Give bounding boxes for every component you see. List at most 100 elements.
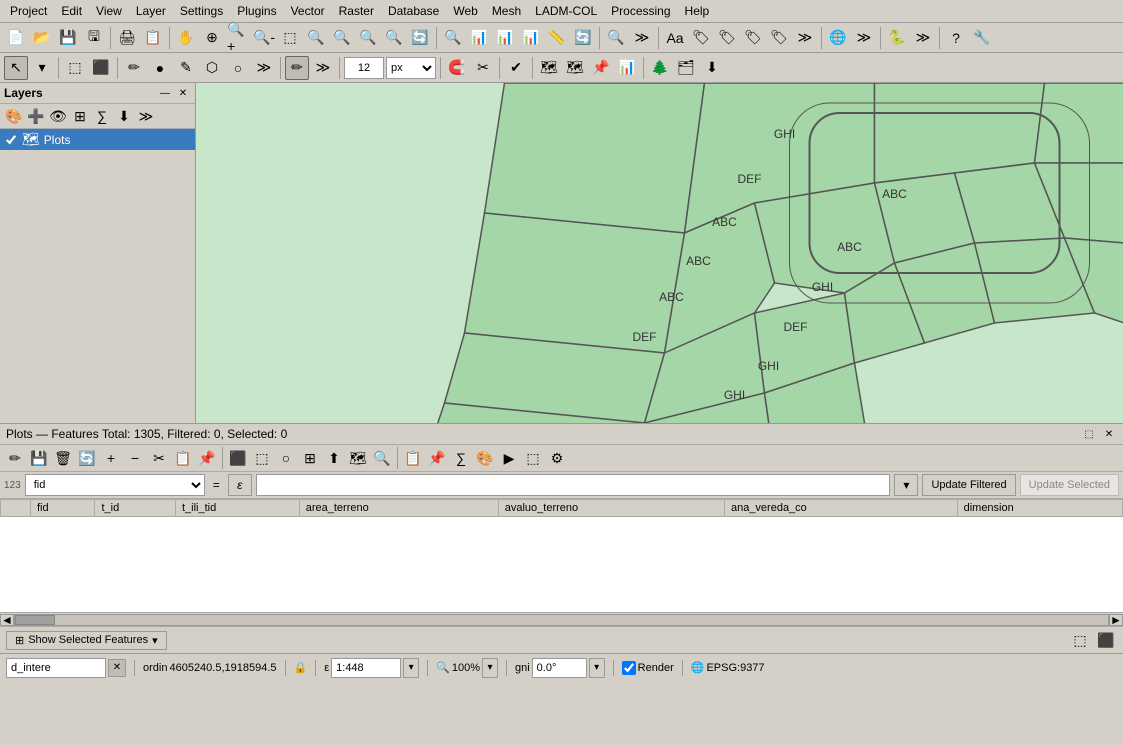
refresh-btn[interactable]: 🔄: [571, 26, 595, 50]
more-digitize2-btn[interactable]: ≫: [311, 56, 335, 80]
plugin-btn1[interactable]: 🌐: [826, 26, 850, 50]
refresh-attr-btn[interactable]: 🔄: [76, 447, 98, 469]
menu-help[interactable]: Help: [679, 2, 716, 20]
save-edits-btn[interactable]: 💾: [28, 447, 50, 469]
atlas-btn[interactable]: 📋: [141, 26, 165, 50]
menu-ladm-col[interactable]: LADM-COL: [529, 2, 603, 20]
browser-btn[interactable]: 🗂: [674, 56, 698, 80]
filter-value-input[interactable]: [256, 474, 891, 496]
update-filtered-btn[interactable]: Update Filtered: [922, 474, 1015, 496]
show-selected-btn[interactable]: ⊞ Show Selected Features ▾: [6, 631, 167, 650]
check-geom-btn[interactable]: ✔: [504, 56, 528, 80]
scroll-left-btn[interactable]: ◄: [0, 614, 14, 626]
pan-to-select-attr-btn[interactable]: 🗺: [347, 447, 369, 469]
angle-dropdown-btn[interactable]: ▾: [589, 658, 605, 678]
zoom-full-btn[interactable]: 🔍: [330, 26, 354, 50]
menu-settings[interactable]: Settings: [174, 2, 229, 20]
layers-close-btn[interactable]: ✕: [175, 85, 191, 101]
map-tips-btn[interactable]: 🗺: [537, 56, 561, 80]
add-polygon-btn[interactable]: ⬡: [200, 56, 224, 80]
scrollbar-thumb[interactable]: [15, 615, 55, 625]
epsilon-btn[interactable]: ε: [228, 474, 252, 496]
ladm-col-btn[interactable]: 🔧: [970, 26, 994, 50]
attr-table-data[interactable]: fid t_id t_ili_tid area_terreno avaluo_t…: [0, 499, 1123, 612]
select-location-btn[interactable]: 📊: [519, 26, 543, 50]
filter-field-select[interactable]: fid: [25, 474, 205, 496]
menu-mesh[interactable]: Mesh: [486, 2, 527, 20]
scale-input[interactable]: [331, 658, 401, 678]
measure-btn[interactable]: 📏: [545, 26, 569, 50]
dock-table-btn[interactable]: ⬚: [522, 447, 544, 469]
menu-layer[interactable]: Layer: [130, 2, 172, 20]
map-canvas[interactable]: GHI ABC DEF ABC ABC ABC GHI ABC DEF DEF …: [196, 83, 1123, 423]
open-project-btn[interactable]: 📂: [30, 26, 54, 50]
search-clear-btn[interactable]: ✕: [108, 659, 126, 677]
attr-table-close-btn[interactable]: ✕: [1101, 426, 1117, 442]
angle-input[interactable]: [532, 658, 587, 678]
attr-table-dock-btn[interactable]: ⬚: [1081, 426, 1097, 442]
more-digitize-btn[interactable]: ≫: [252, 56, 276, 80]
zoom-last-btn[interactable]: 🔍: [382, 26, 406, 50]
add-layer-btn[interactable]: ➕: [26, 106, 46, 126]
label-btn5[interactable]: 🏷: [767, 26, 791, 50]
select-all-attr-btn[interactable]: ⬛: [227, 447, 249, 469]
select-tool-btn[interactable]: ↖: [4, 56, 28, 80]
field-calc-btn[interactable]: ∑: [450, 447, 472, 469]
col-header-avaluo[interactable]: avaluo_terreno: [498, 500, 724, 517]
layer-tree-btn[interactable]: 🌲: [648, 56, 672, 80]
filter-dropdown-btn[interactable]: ▾: [894, 474, 918, 496]
zoom-rubber-btn[interactable]: ⬚: [278, 26, 302, 50]
map-annot-btn[interactable]: 📌: [589, 56, 613, 80]
select-feature-btn[interactable]: 📊: [467, 26, 491, 50]
paste-as-btn[interactable]: 📌: [426, 447, 448, 469]
dock-bottom-btn[interactable]: ⬚: [1069, 629, 1091, 651]
menu-view[interactable]: View: [90, 2, 128, 20]
deselect-all-btn[interactable]: ⬚: [63, 56, 87, 80]
action-btn[interactable]: ▶: [498, 447, 520, 469]
label-more-btn[interactable]: ≫: [793, 26, 817, 50]
label-btn2[interactable]: 🏷: [689, 26, 713, 50]
trace-btn[interactable]: ✂: [471, 56, 495, 80]
unit-select[interactable]: px: [386, 57, 436, 79]
scroll-right-btn[interactable]: ►: [1109, 614, 1123, 626]
zoom-in-btn[interactable]: 🔍+: [226, 26, 250, 50]
save-as-btn[interactable]: 🖫: [82, 26, 106, 50]
label-btn4[interactable]: 🏷: [741, 26, 765, 50]
crs-item[interactable]: 🌐 EPSG:9377: [691, 661, 765, 674]
filter-layer-btn[interactable]: ⊞: [70, 106, 90, 126]
col-header-fid[interactable]: [1, 500, 31, 517]
remove-layer-btn[interactable]: 👁: [48, 106, 68, 126]
scale-dropdown-btn[interactable]: ▾: [403, 658, 419, 678]
zoom-actual-btn[interactable]: 🔍: [304, 26, 328, 50]
snap-btn[interactable]: 🧲: [445, 56, 469, 80]
magnifier-dropdown-btn[interactable]: ▾: [482, 658, 498, 678]
add-point-btn[interactable]: ●: [148, 56, 172, 80]
float-btn[interactable]: ⬛: [1095, 629, 1117, 651]
search-input[interactable]: [6, 658, 106, 678]
col-header-fid-val[interactable]: fid: [31, 500, 95, 517]
open-layer-style-btn[interactable]: 🎨: [4, 106, 24, 126]
layer-up-btn[interactable]: ⬇: [114, 106, 134, 126]
python-btn[interactable]: 🐍: [885, 26, 909, 50]
menu-processing[interactable]: Processing: [605, 2, 676, 20]
active-edit-btn[interactable]: ✏: [285, 56, 309, 80]
help-btn[interactable]: ?: [944, 26, 968, 50]
add-feature-btn[interactable]: +: [100, 447, 122, 469]
move-select-top-btn[interactable]: ⬆: [323, 447, 345, 469]
settings-attr-btn[interactable]: ⚙: [546, 447, 568, 469]
select-dropdown-btn[interactable]: ▾: [30, 56, 54, 80]
zoom-next-btn[interactable]: 🔄: [408, 26, 432, 50]
plugin-more-btn[interactable]: ≫: [852, 26, 876, 50]
cond-format-btn[interactable]: 🎨: [474, 447, 496, 469]
col-header-vereda[interactable]: ana_vereda_co: [724, 500, 957, 517]
edit-btn[interactable]: ✏: [122, 56, 146, 80]
menu-database[interactable]: Database: [382, 2, 445, 20]
more-layers-btn[interactable]: ≫: [136, 106, 156, 126]
map-stat-btn[interactable]: 📊: [615, 56, 639, 80]
zoom-to-select-attr-btn[interactable]: 🔍: [371, 447, 393, 469]
toggle-edit-btn[interactable]: ✏: [4, 447, 26, 469]
cut-btn[interactable]: ✂: [148, 447, 170, 469]
identify-tool-btn[interactable]: 🔍: [604, 26, 628, 50]
pan-btn[interactable]: ✋: [174, 26, 198, 50]
layer-visibility-checkbox[interactable]: [4, 133, 18, 147]
